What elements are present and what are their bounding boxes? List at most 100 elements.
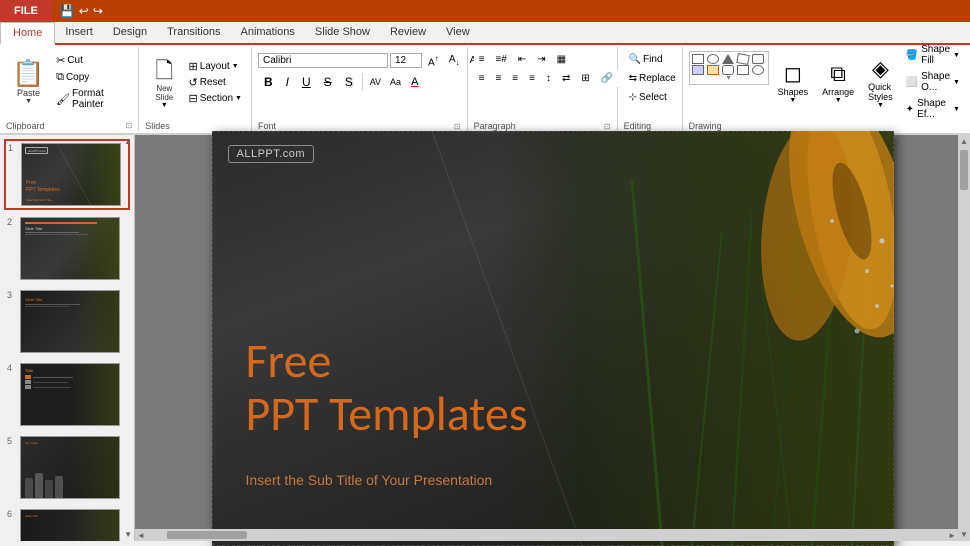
numbering-button[interactable]: ≡# [490,51,511,68]
shapes-icon: ◻ [784,61,802,87]
find-icon: 🔍 [629,54,641,65]
shapes-panel[interactable]: ▼ [689,51,769,85]
font-group: A↑ A↓ A B I U S S AV Aa A Font ⊡ [252,47,468,131]
paste-button[interactable]: 📋 Paste ▼ [6,51,51,113]
scroll-left-arrow[interactable]: ◄ [135,529,147,542]
line-spacing-button[interactable]: ↕ [541,70,556,87]
text-align-button[interactable]: ⊞ [576,70,594,87]
align-right-button[interactable]: ≡ [507,70,523,87]
slide-thumb-1[interactable]: 1 FreePPT Templates Insert the Sub Title… [4,139,130,210]
replace-icon: ⇆ [629,73,637,84]
increase-font-button[interactable]: A↑ [424,51,443,70]
columns-button[interactable]: ▦ [552,51,571,68]
cut-icon: ✂ [56,54,65,67]
save-icon[interactable]: 💾 [60,4,75,18]
shape-fill-button[interactable]: 🪣 Shape Fill ▼ [902,43,964,67]
copy-button[interactable]: ⧉ Copy [53,70,132,85]
slide-num-3: 3 [7,290,17,300]
decrease-font-button[interactable]: A↓ [445,52,464,69]
horizontal-scrollbar[interactable]: ◄ ► [135,529,958,541]
quick-styles-icon: ◈ [872,56,889,82]
arrange-button[interactable]: ⧉ Arrange ▼ [817,51,859,113]
ribbon-tabs: Home Insert Design Transitions Animation… [0,22,970,45]
format-painter-button[interactable]: 🖌 Format Painter [53,87,132,111]
clipboard-dialog-launcher[interactable]: ⊡ [125,121,132,131]
font-dialog-launcher[interactable]: ⊡ [454,122,461,131]
slide-title[interactable]: Free PPT Templates [246,335,528,441]
undo-icon[interactable]: ↩ [79,4,89,18]
scroll-h-thumb[interactable] [167,531,247,539]
shape-outline-icon: ⬜ [906,77,918,88]
tab-home[interactable]: Home [0,22,55,45]
justify-button[interactable]: ≡ [524,70,540,87]
shapes-button[interactable]: ◻ Shapes ▼ [773,51,814,113]
slide-canvas[interactable]: ALLPPT.com Free PPT Templates Insert the… [212,131,894,546]
slide-num-2: 2 [7,217,17,227]
drawing-group: ▼ ◻ Shapes ▼ ⧉ Arrange ▼ ◈ Quick Styles … [683,47,970,131]
slide-thumb-5[interactable]: 5 Our Team [4,433,130,502]
indent-dec-button[interactable]: ⇤ [513,51,531,68]
slide-thumb-6[interactable]: 6 🏃 Slide Title [4,506,130,541]
convert-smartart-button[interactable]: 🔗 [596,70,618,87]
shadow-button[interactable]: S [339,73,359,91]
slide-subtitle[interactable]: Insert the Sub Title of Your Presentatio… [246,472,493,488]
vertical-scrollbar[interactable]: ▲ ▼ [958,135,970,541]
panel-scroll-down[interactable]: ▼ [124,530,132,539]
scroll-thumb[interactable] [960,150,968,190]
reset-button[interactable]: ↺ Reset [185,75,245,90]
new-slide-icon: 🗋 [155,60,173,82]
scroll-down-arrow[interactable]: ▼ [958,528,970,541]
slide-thumb-2[interactable]: 2 Slide Title [4,214,130,283]
tab-slideshow[interactable]: Slide Show [305,22,380,43]
align-center-button[interactable]: ≡ [490,70,506,87]
slide-thumb-3[interactable]: 3 Slide Title [4,287,130,356]
strikethrough-button[interactable]: S [318,73,338,91]
find-button[interactable]: 🔍 Find [624,51,676,68]
editing-group: 🔍 Find ⇆ Replace ⊹ Select Editing [618,47,683,131]
slide-thumb-4[interactable]: 4 Title [4,360,130,429]
font-size-input[interactable] [390,53,422,68]
underline-button[interactable]: U [296,73,317,91]
tab-review[interactable]: Review [380,22,436,43]
font-name-input[interactable] [258,53,388,68]
shape-outline-button[interactable]: ⬜ Shape O... ▼ [902,70,964,94]
main-canvas-area: ALLPPT.com Free PPT Templates Insert the… [135,135,970,541]
layout-button[interactable]: ⊞ Layout ▼ [185,59,245,74]
redo-icon[interactable]: ↪ [93,4,103,18]
format-painter-icon: 🖌 [56,93,70,106]
tab-design[interactable]: Design [103,22,157,43]
scroll-right-arrow[interactable]: ► [946,529,958,542]
text-direction-button[interactable]: ⇄ [557,70,575,87]
tab-animations[interactable]: Animations [231,22,305,43]
slide-num-6: 6 [7,509,17,519]
slide-num-4: 4 [7,363,17,373]
kern-button[interactable]: Aa [386,73,405,91]
panel-scroll-up[interactable]: ▲ [124,137,132,146]
tab-insert[interactable]: Insert [55,22,103,43]
italic-button[interactable]: I [280,73,295,91]
tab-transitions[interactable]: Transitions [157,22,230,43]
new-slide-button[interactable]: 🗋 New Slide ▼ [145,51,183,113]
bold-button[interactable]: B [258,73,279,91]
cut-button[interactable]: ✂ Cut [53,53,132,68]
layout-icon: ⊞ [188,60,197,73]
slide-num-5: 5 [7,436,17,446]
replace-button[interactable]: ⇆ Replace [624,70,676,87]
paragraph-group: ≡ ≡# ⇤ ⇥ ▦ ≡ ≡ ≡ ≡ ↕ ⇄ ⊞ 🔗 Paragraph ⊡ [468,47,618,131]
paste-icon: 📋 [12,60,44,86]
spacing-button[interactable]: AV [366,73,385,91]
shape-effects-button[interactable]: ✦ Shape Ef... ▼ [902,97,964,121]
arrange-icon: ⧉ [830,61,846,87]
bullets-button[interactable]: ≡ [474,51,490,68]
file-tab[interactable]: FILE [0,0,52,22]
select-button[interactable]: ⊹ Select [624,89,676,106]
align-left-button[interactable]: ≡ [474,70,490,87]
slide-panel: ▲ 1 FreePPT Templates Insert the Sub Tit… [0,135,135,541]
indent-inc-button[interactable]: ⇥ [532,51,550,68]
font-color-button[interactable]: A [406,73,423,91]
section-button[interactable]: ⊟ Section ▼ [185,91,245,106]
paragraph-dialog-launcher[interactable]: ⊡ [604,122,611,131]
scroll-up-arrow[interactable]: ▲ [958,135,970,148]
quick-styles-button[interactable]: ◈ Quick Styles ▼ [863,51,898,113]
tab-view[interactable]: View [436,22,480,43]
